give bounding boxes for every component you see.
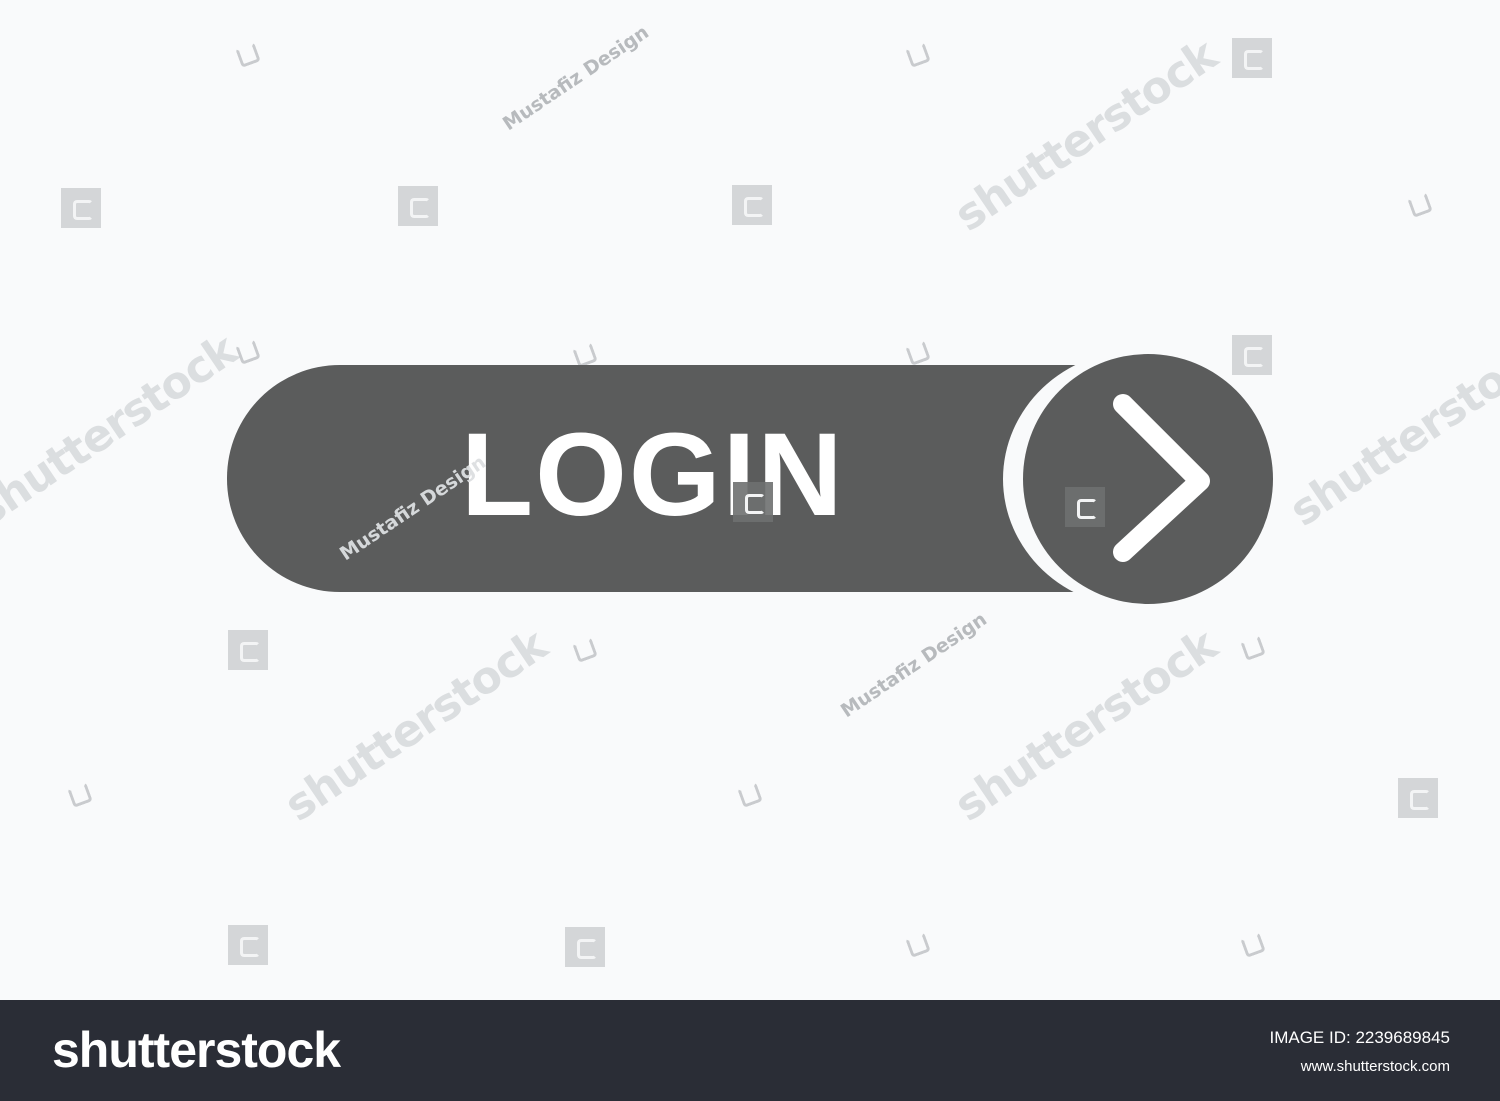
watermark-mark [905,42,931,68]
author-watermark: Mustafiz Design [836,608,991,723]
footer-bar: shutterstock IMAGE ID: 2239689845 www.sh… [0,1000,1500,1101]
watermark-tile [732,185,772,225]
chevron-right-icon [1113,394,1210,562]
watermark-tile [398,186,438,226]
watermark-mark [572,342,598,368]
watermark-mark [1240,635,1266,661]
watermark-tile [228,630,268,670]
login-button-label: LOGIN [461,409,845,541]
watermark-tile [228,925,268,965]
site-url: www.shutterstock.com [1300,1058,1450,1075]
watermark-mark [905,340,931,366]
brand-logo: shutterstock [52,1022,341,1078]
watermark-tile [1065,487,1105,527]
watermark-mark [737,782,763,808]
stock-watermark: shutterstock [945,29,1226,242]
watermark-tile [61,188,101,228]
watermark-mark [572,637,598,663]
stock-watermark: shutterstock [1280,324,1500,537]
login-arrow-button[interactable] [1023,354,1273,604]
stock-watermark: shutterstock [275,619,556,832]
watermark-tile [733,482,773,522]
image-id: IMAGE ID: 2239689845 [1269,1028,1450,1047]
watermark-mark [905,932,931,958]
login-button[interactable]: LOGIN [227,365,1107,592]
author-watermark: Mustafiz Design [498,21,653,136]
watermark-tile [1398,778,1438,818]
watermark-mark [1240,932,1266,958]
canvas: shutterstock shutterstock shutterstock s… [0,0,1500,1000]
watermark-mark [235,42,261,68]
stock-watermark: shutterstock [0,324,246,537]
watermark-mark [1407,192,1433,218]
stock-watermark: shutterstock [945,619,1226,832]
watermark-mark [67,782,93,808]
watermark-tile [565,927,605,967]
watermark-tile [1232,38,1272,78]
